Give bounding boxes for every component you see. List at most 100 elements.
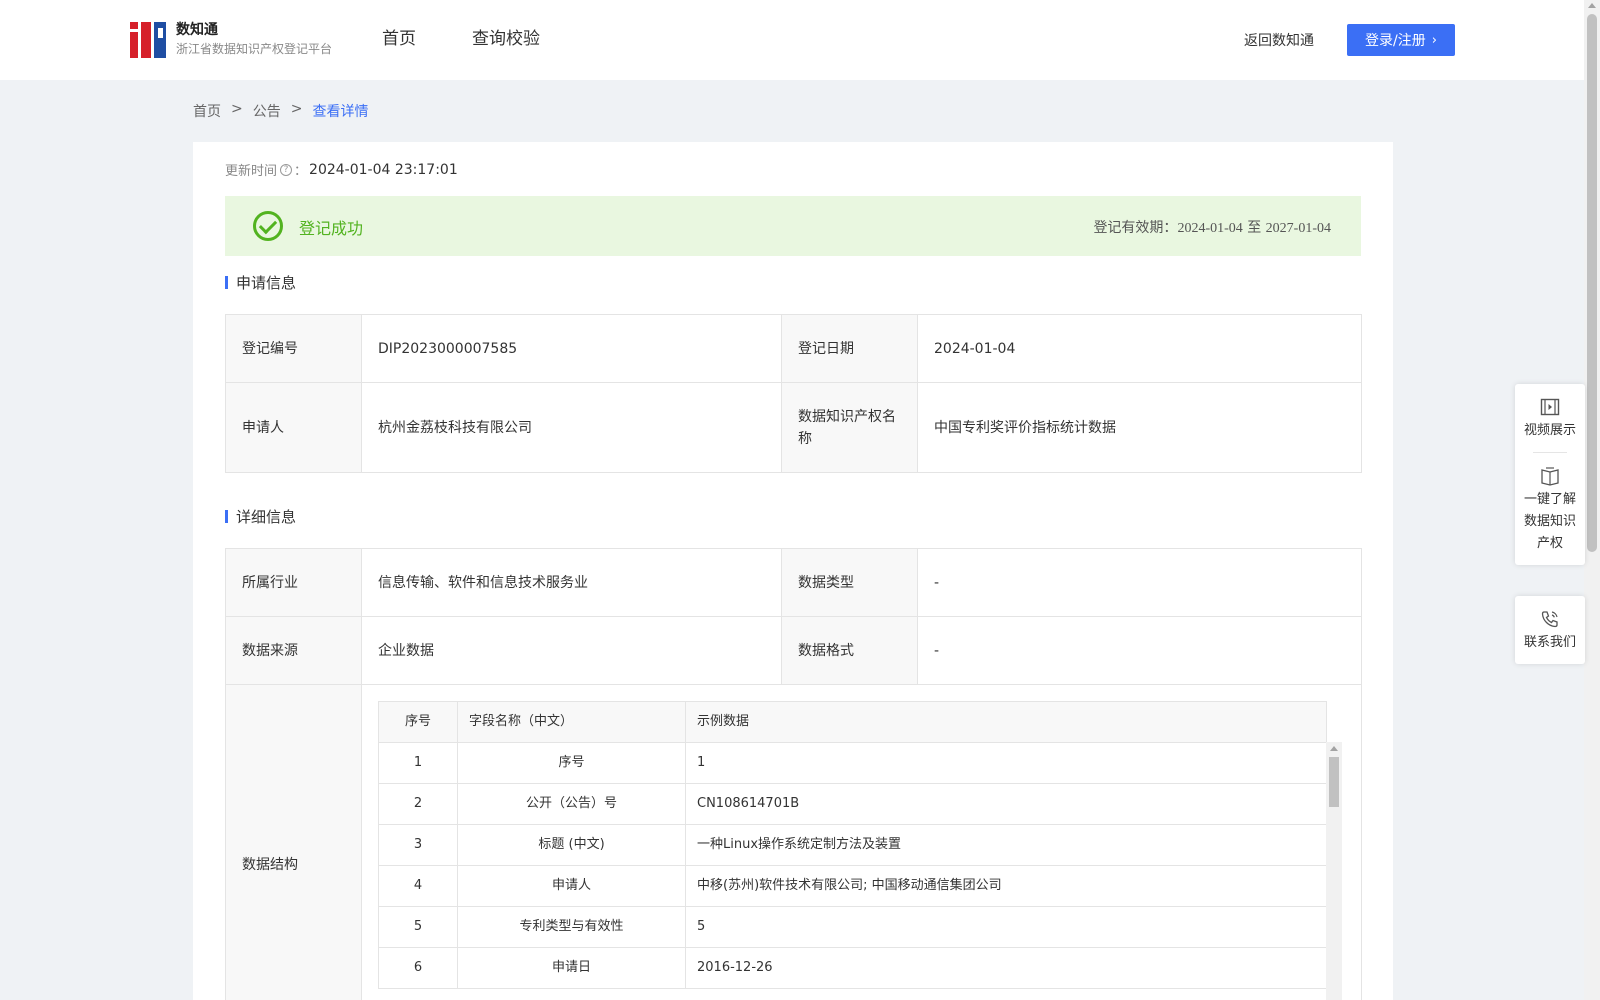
cell-sample: 一种Linux操作系统定制方法及装置 xyxy=(685,824,1327,866)
contact-us-label: 联系我们 xyxy=(1523,635,1576,650)
table-row: 数据来源 企业数据 数据格式 - xyxy=(225,616,1362,685)
cell-field-name: 公开（公告）号 xyxy=(457,783,686,825)
learn-ip-line2: 数据知识 xyxy=(1523,514,1576,529)
applicant-value: 杭州金荔枝科技有限公司 xyxy=(361,382,782,473)
book-icon xyxy=(1539,465,1561,487)
chevron-right-icon: › xyxy=(1431,32,1437,48)
cell-sample: 1 xyxy=(685,742,1327,784)
section-detail-info: 详细信息 xyxy=(225,506,296,527)
cell-sample: 5 xyxy=(685,906,1327,948)
structure-table-scrollbar[interactable] xyxy=(1326,742,1342,1000)
cell-index: 4 xyxy=(378,865,458,907)
table-row: 数据结构 序号 字段名称（中文） 示例数据 1 序号 1 2 公开（公告）号 C… xyxy=(225,684,1362,1000)
ip-name-value: 中国专利奖评价指标统计数据 xyxy=(917,382,1362,473)
nav-home[interactable]: 首页 xyxy=(382,26,416,52)
contact-panel: 联系我们 xyxy=(1515,596,1585,664)
detail-info-table: 所属行业 信息传输、软件和信息技术服务业 数据类型 - 数据来源 企业数据 数据… xyxy=(225,548,1362,1000)
breadcrumb-home[interactable]: 首页 xyxy=(193,101,221,121)
cell-index: 1 xyxy=(378,742,458,784)
table-row: 6 申请日 2016-12-26 xyxy=(378,947,1327,989)
reg-date-value: 2024-01-04 xyxy=(917,314,1362,383)
section-title-text: 详细信息 xyxy=(236,508,297,526)
status-banner: 登记成功 登记有效期：2024-01-04 至 2027-01-04 xyxy=(225,196,1361,256)
validity-to: 至 xyxy=(1247,220,1262,236)
cell-index: 2 xyxy=(378,783,458,825)
cell-field-name: 申请人 xyxy=(457,865,686,907)
scroll-up-arrow-icon[interactable] xyxy=(1330,746,1338,751)
update-time: 更新时间 ? ： 2024-01-04 23:17:01 xyxy=(225,160,458,180)
main-nav: 首页 查询校验 xyxy=(382,26,596,52)
scroll-up-arrow-icon[interactable] xyxy=(1588,3,1596,8)
logo-title: 数知通 xyxy=(176,22,218,38)
cell-field-name: 专利类型与有效性 xyxy=(457,906,686,948)
format-label: 数据格式 xyxy=(781,616,918,685)
table-row: 3 标题 (中文) 一种Linux操作系统定制方法及装置 xyxy=(378,824,1327,866)
question-circle-icon[interactable]: ? xyxy=(280,163,293,176)
login-register-button[interactable]: 登录/注册 › xyxy=(1347,24,1455,56)
breadcrumb: 首页 > 公告 > 查看详情 xyxy=(193,101,368,121)
cell-index: 3 xyxy=(378,824,458,866)
structure-table: 序号 字段名称（中文） 示例数据 1 序号 1 2 公开（公告）号 CN1086… xyxy=(378,701,1327,989)
application-info-table: 登记编号 DIP2023000007585 登记日期 2024-01-04 申请… xyxy=(225,314,1362,473)
page-scrollbar-thumb[interactable] xyxy=(1587,14,1597,552)
nav-query-verify[interactable]: 查询校验 xyxy=(472,26,540,52)
table-row: 5 专利类型与有效性 5 xyxy=(378,906,1327,948)
cell-field-name: 申请日 xyxy=(457,947,686,989)
table-row: 1 序号 1 xyxy=(378,742,1327,784)
section-title-text: 申请信息 xyxy=(236,274,297,292)
reg-date-label: 登记日期 xyxy=(781,314,918,383)
format-value: - xyxy=(917,616,1362,685)
cell-sample: 中移(苏州)软件技术有限公司; 中国移动通信集团公司 xyxy=(685,865,1327,907)
phone-icon xyxy=(1539,608,1561,630)
cell-sample: CN108614701B xyxy=(685,783,1327,825)
logo-mark-icon xyxy=(130,20,166,58)
structure-scrollbar-thumb[interactable] xyxy=(1329,757,1339,807)
check-circle-icon xyxy=(253,211,283,241)
section-marker xyxy=(225,510,228,523)
cell-sample: 2016-12-26 xyxy=(685,947,1327,989)
update-time-label: 更新时间 xyxy=(225,164,278,179)
table-row: 登记编号 DIP2023000007585 登记日期 2024-01-04 xyxy=(225,314,1362,383)
video-showcase-label: 视频展示 xyxy=(1523,423,1576,438)
section-marker xyxy=(225,276,228,289)
breadcrumb-current: 查看详情 xyxy=(312,104,369,120)
update-time-colon: ： xyxy=(294,164,308,179)
structure-label: 数据结构 xyxy=(225,684,362,1000)
industry-label: 所属行业 xyxy=(225,548,362,617)
structure-cell: 序号 字段名称（中文） 示例数据 1 序号 1 2 公开（公告）号 CN1086… xyxy=(361,684,1362,1000)
update-time-value: 2024-01-04 23:17:01 xyxy=(309,161,458,178)
table-row: 所属行业 信息传输、软件和信息技术服务业 数据类型 - xyxy=(225,548,1362,617)
breadcrumb-separator: > xyxy=(231,101,243,117)
top-header: 数知通 浙江省数据知识产权登记平台 首页 查询校验 返回数知通 登录/注册 › xyxy=(0,0,1584,80)
validity-end: 2027-01-04 xyxy=(1265,221,1331,236)
breadcrumb-notice[interactable]: 公告 xyxy=(253,101,281,121)
reg-no-label: 登记编号 xyxy=(225,314,362,383)
reg-no-value: DIP2023000007585 xyxy=(361,314,782,383)
table-row: 2 公开（公告）号 CN108614701B xyxy=(378,783,1327,825)
data-type-value: - xyxy=(917,548,1362,617)
contact-us-button[interactable]: 联系我们 xyxy=(1515,596,1585,664)
validity-period: 登记有效期：2024-01-04 至 2027-01-04 xyxy=(1093,217,1331,237)
video-showcase-button[interactable]: 视频展示 xyxy=(1515,384,1585,452)
table-row: 4 申请人 中移(苏州)软件技术有限公司; 中国移动通信集团公司 xyxy=(378,865,1327,907)
floating-side-panel: 视频展示 一键了解 数据知识 产权 xyxy=(1515,384,1585,565)
page-scrollbar[interactable] xyxy=(1584,0,1600,1000)
return-link[interactable]: 返回数知通 xyxy=(1244,30,1314,50)
table-row: 申请人 杭州金荔枝科技有限公司 数据知识产权名称 中国专利奖评价指标统计数据 xyxy=(225,382,1362,473)
cell-field-name: 序号 xyxy=(457,742,686,784)
cell-field-name: 标题 (中文) xyxy=(457,824,686,866)
site-logo[interactable]: 数知通 浙江省数据知识产权登记平台 xyxy=(130,20,332,58)
applicant-label: 申请人 xyxy=(225,382,362,473)
validity-label: 登记有效期： xyxy=(1093,220,1178,236)
breadcrumb-separator: > xyxy=(290,101,303,117)
cell-index: 6 xyxy=(378,947,458,989)
data-type-label: 数据类型 xyxy=(781,548,918,617)
learn-ip-line1: 一键了解 xyxy=(1523,492,1576,507)
source-label: 数据来源 xyxy=(225,616,362,685)
detail-card: 更新时间 ? ： 2024-01-04 23:17:01 登记成功 登记有效期：… xyxy=(193,142,1393,1000)
learn-ip-button[interactable]: 一键了解 数据知识 产权 xyxy=(1515,453,1585,565)
col-header-sample: 示例数据 xyxy=(685,701,1327,743)
section-application-info: 申请信息 xyxy=(225,272,296,293)
cell-index: 5 xyxy=(378,906,458,948)
validity-start: 2024-01-04 xyxy=(1177,221,1243,236)
